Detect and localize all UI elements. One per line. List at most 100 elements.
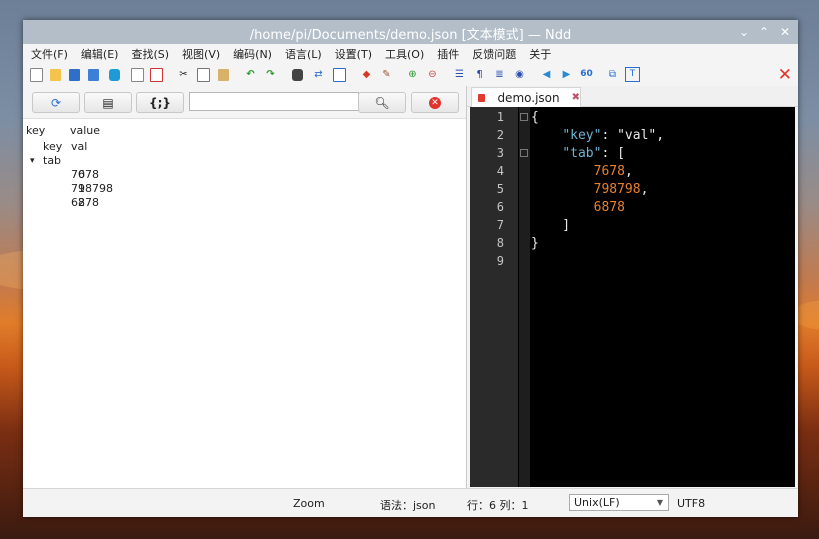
undo-icon[interactable]: ↶ <box>243 67 258 82</box>
cut-icon[interactable]: ✂ <box>176 67 191 82</box>
redo-icon[interactable]: ↷ <box>263 67 278 82</box>
code-token: "val" <box>617 128 657 143</box>
menu-encoding[interactable]: 编码(N) <box>228 46 277 62</box>
line-number: 3 <box>496 146 504 160</box>
close-red-icon[interactable]: ✕ <box>778 65 792 85</box>
prev-icon[interactable]: ◀ <box>539 67 554 82</box>
braces-icon: {;} <box>149 95 171 110</box>
line-number: 1 <box>496 110 504 124</box>
line-number: 4 <box>496 164 504 178</box>
tree-node-value: 798798 <box>71 182 113 195</box>
fold-toggle-icon[interactable] <box>520 113 528 121</box>
show-symbols-icon[interactable]: ¶ <box>472 67 487 82</box>
save-all-icon[interactable] <box>86 67 101 82</box>
find-icon[interactable] <box>290 67 305 82</box>
close-window-button[interactable]: ✕ <box>778 25 792 39</box>
json-tree-panel: ⟳ ▤ {;} 🔍︎ ✕ key value key val ▾ tab 0 7678 1 7… <box>23 86 467 488</box>
tab-demo-json[interactable]: demo.json ✖ <box>471 87 581 107</box>
zoom-in-icon[interactable]: ⊕ <box>405 67 420 82</box>
code-line: 7678, <box>531 164 633 179</box>
indent-guide-icon[interactable]: ≣ <box>492 67 507 82</box>
text-mode-icon[interactable]: T <box>625 67 640 82</box>
code-line: 6878 <box>531 200 625 215</box>
eol-select[interactable]: Unix(LF) ▼ <box>569 494 669 511</box>
close-all-icon[interactable] <box>149 67 164 82</box>
syntax-label: 语法：json <box>380 499 436 512</box>
expand-arrow-icon[interactable]: ▾ <box>30 154 35 168</box>
open-file-icon[interactable] <box>48 67 63 82</box>
line-number: 6 <box>496 200 504 214</box>
maximize-button[interactable]: ⌃ <box>757 25 771 39</box>
code-token: : [ <box>601 146 625 161</box>
tree-search-input[interactable] <box>189 92 359 111</box>
mark-icon[interactable]: ◆ <box>359 67 374 82</box>
save-icon[interactable] <box>67 67 82 82</box>
fold-toggle-icon[interactable] <box>520 149 528 157</box>
replace-icon[interactable]: ⇄ <box>311 67 326 82</box>
menu-language[interactable]: 语言(L) <box>280 46 327 62</box>
code-line: { <box>531 110 539 125</box>
split-icon[interactable]: ⧉ <box>605 67 620 82</box>
chevron-down-icon: ▼ <box>656 498 663 507</box>
clone-icon[interactable] <box>107 67 122 82</box>
title-bar[interactable]: /home/pi/Documents/demo.json [文本模式] — Nd… <box>23 20 798 44</box>
tab-close-icon[interactable]: ✖ <box>572 92 580 103</box>
menu-bar: 文件(F) 编辑(E) 查找(S) 视图(V) 编码(N) 语言(L) 设置(T… <box>23 44 798 64</box>
code-token: 798798 <box>593 182 641 197</box>
code-editor[interactable]: 1 2 3 4 5 6 7 8 9{ "key": "val", "tab": [ 7678, … <box>470 107 795 487</box>
tree-node-key[interactable]: tab <box>43 154 61 168</box>
code-token: { <box>531 110 539 125</box>
menu-plugins[interactable]: 插件 <box>432 46 464 62</box>
editor-pane: demo.json ✖ 1 2 3 4 5 6 7 8 9 { "key": "val", "ta… <box>467 86 798 488</box>
code-token: : <box>601 128 618 143</box>
new-file-icon[interactable] <box>29 67 44 82</box>
window-menu-button[interactable]: ⌄ <box>737 25 751 39</box>
code-line: "key": "val", <box>531 128 664 143</box>
copy-icon[interactable] <box>196 67 211 82</box>
fold-margin[interactable] <box>519 107 530 487</box>
cursor-position: 行：6 列：1 <box>467 499 529 512</box>
tree-node-key[interactable]: key <box>43 140 62 154</box>
code-line: "tab": [ <box>531 146 625 161</box>
refresh-button[interactable]: ⟳ <box>32 92 80 113</box>
search-button[interactable]: 🔍︎ <box>358 92 406 113</box>
zoom-label: Zoom <box>293 497 325 510</box>
bookmark-icon[interactable] <box>332 67 347 82</box>
menu-tools[interactable]: 工具(O) <box>380 46 429 62</box>
menu-about[interactable]: 关于 <box>524 46 556 62</box>
clear-mark-icon[interactable]: ✎ <box>379 67 394 82</box>
json-button[interactable]: {;} <box>136 92 184 113</box>
encoding-label: UTF8 <box>677 497 706 510</box>
menu-settings[interactable]: 设置(T) <box>330 46 377 62</box>
menu-file[interactable]: 文件(F) <box>26 46 73 62</box>
tab-bar: demo.json ✖ <box>467 86 798 107</box>
next-icon[interactable]: ▶ <box>559 67 574 82</box>
zoom-out-icon[interactable]: ⊖ <box>425 67 440 82</box>
status-bar: Zoom 语法：json 行：6 列：1 Unix(LF) ▼ UTF8 <box>23 488 798 517</box>
code-token: "tab" <box>562 146 602 161</box>
menu-view[interactable]: 视图(V) <box>177 46 225 62</box>
refresh-icon: ⟳ <box>50 95 62 110</box>
menu-search[interactable]: 查找(S) <box>126 46 174 62</box>
code-token: ] <box>531 218 571 233</box>
word-wrap-icon[interactable]: ☰ <box>452 67 467 82</box>
tree-header-key: key <box>26 124 46 137</box>
code-token: , <box>624 164 633 179</box>
record-macro-icon[interactable]: ◉ <box>512 67 527 82</box>
line-number: 9 <box>496 254 504 268</box>
menu-edit[interactable]: 编辑(E) <box>76 46 124 62</box>
window-title: /home/pi/Documents/demo.json [文本模式] — Nd… <box>249 28 572 43</box>
tree-node-value: 6878 <box>71 196 99 209</box>
line-number: 2 <box>496 128 504 142</box>
code-line: 798798, <box>531 182 649 197</box>
clear-button[interactable]: ✕ <box>411 92 459 113</box>
format-button[interactable]: ▤ <box>84 92 132 113</box>
line-number: 5 <box>496 182 504 196</box>
goto-icon[interactable]: 60 <box>579 67 594 82</box>
paste-icon[interactable] <box>216 67 231 82</box>
close-file-icon[interactable] <box>130 67 145 82</box>
menu-feedback[interactable]: 反馈问题 <box>467 46 521 62</box>
